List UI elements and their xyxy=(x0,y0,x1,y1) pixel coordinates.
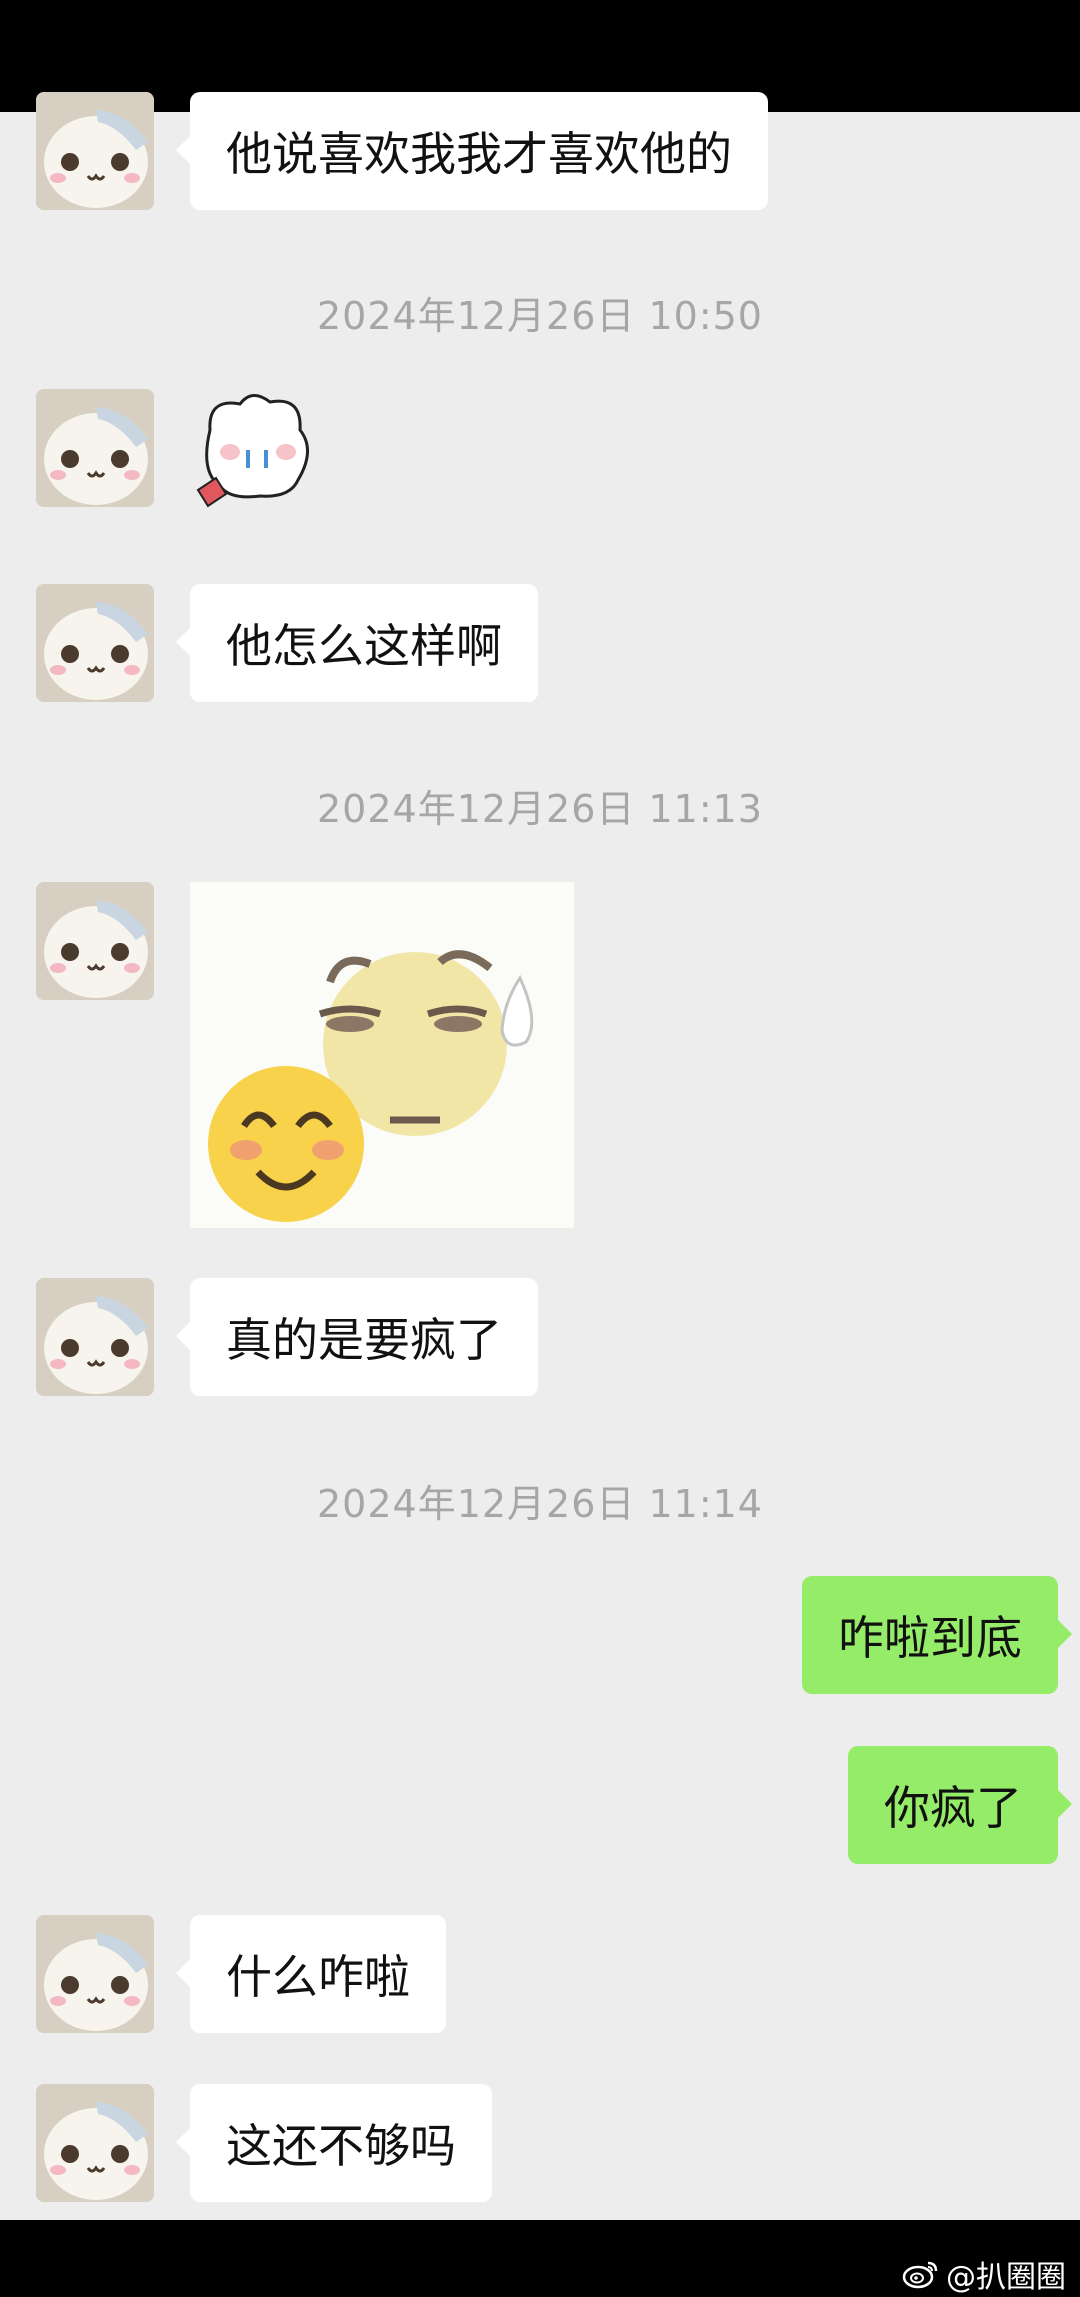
cat-avatar-image xyxy=(36,389,154,507)
contact-avatar[interactable] xyxy=(36,389,154,507)
contact-avatar[interactable] xyxy=(36,882,154,1000)
message-timestamp: 2024年12月26日 10:50 xyxy=(316,294,763,338)
incoming-message[interactable]: 真的是要疯了 xyxy=(176,1278,538,1396)
contact-avatar[interactable] xyxy=(36,584,154,702)
outgoing-message[interactable]: 你疯了 xyxy=(848,1746,1072,1864)
weibo-icon xyxy=(902,2261,938,2289)
cat-avatar-image xyxy=(36,1278,154,1396)
cat-avatar-image xyxy=(36,92,154,210)
incoming-message[interactable]: 什么咋啦 xyxy=(176,1915,446,2033)
message-timestamp: 2024年12月26日 11:14 xyxy=(316,1482,763,1526)
emoji-sticker-image[interactable] xyxy=(190,882,574,1228)
incoming-message[interactable]: 他怎么这样啊 xyxy=(176,584,538,702)
outgoing-message[interactable]: 咋啦到底 xyxy=(802,1576,1072,1694)
cat-avatar-image xyxy=(36,882,154,1000)
crying-sticker[interactable] xyxy=(190,390,320,515)
cat-avatar-image xyxy=(36,584,154,702)
incoming-message[interactable]: 这还不够吗 xyxy=(176,2084,492,2202)
cat-avatar-image xyxy=(36,2084,154,2202)
contact-avatar[interactable] xyxy=(36,92,154,210)
watermark-text: @扒圈圈 xyxy=(946,2260,1066,2295)
weibo-watermark: @扒圈圈 xyxy=(902,2252,1066,2296)
cat-avatar-image xyxy=(36,1915,154,2033)
contact-avatar[interactable] xyxy=(36,2084,154,2202)
contact-avatar[interactable] xyxy=(36,1278,154,1396)
contact-avatar[interactable] xyxy=(36,1915,154,2033)
message-timestamp: 2024年12月26日 11:13 xyxy=(316,787,763,831)
incoming-message[interactable]: 他说喜欢我我才喜欢他的 xyxy=(176,92,768,210)
